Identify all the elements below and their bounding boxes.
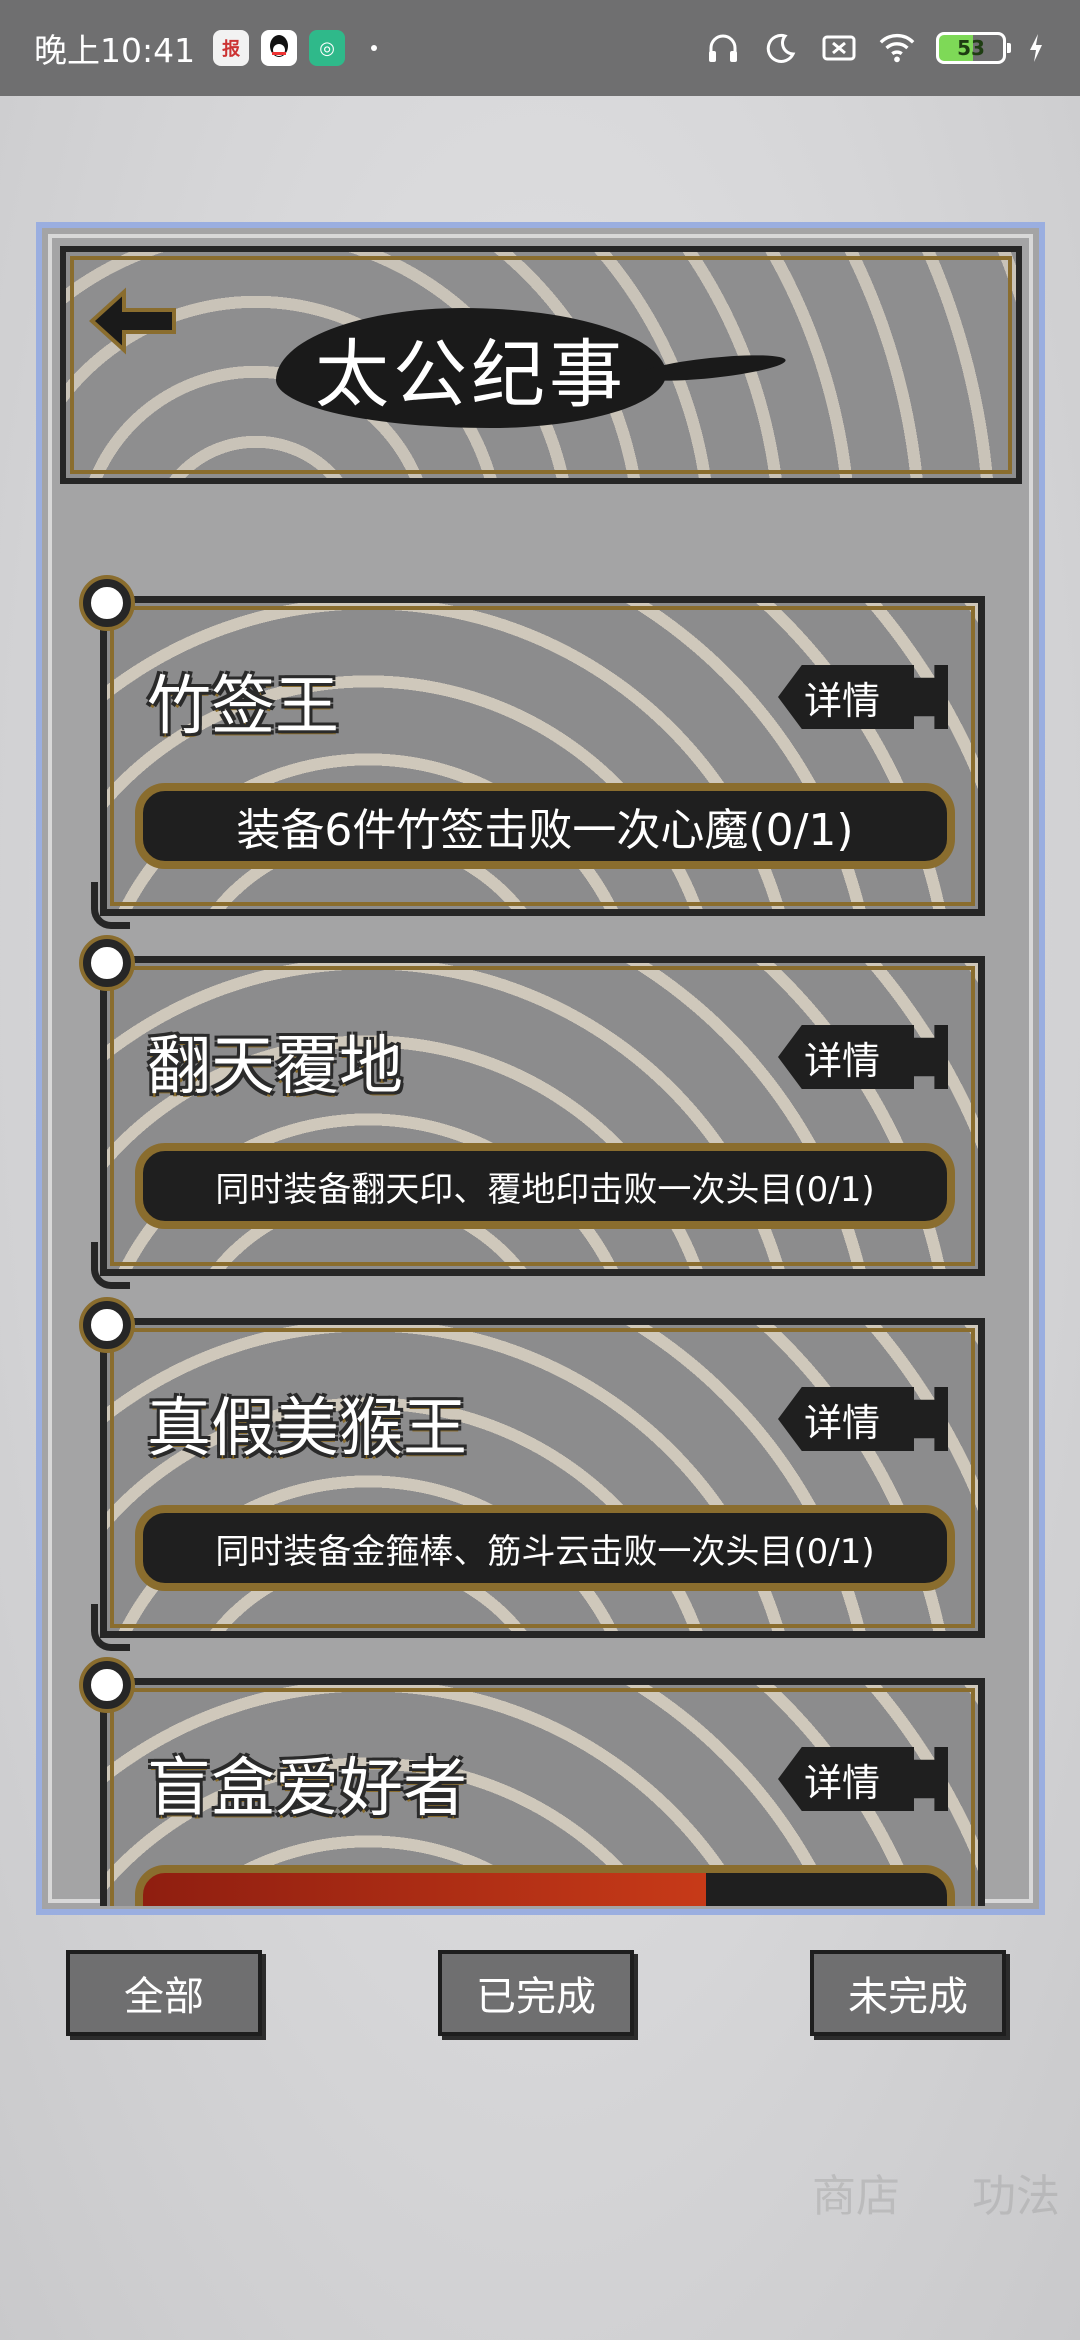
shop-background-label: 商店 [812, 2171, 900, 2222]
achievement-card: 真假美猴王 详情 同时装备金箍棒、筋斗云击败一次头目(0/1) [83, 1301, 985, 1651]
back-arrow-icon [89, 287, 176, 355]
achievement-description [135, 1865, 955, 1906]
notification-dot [371, 45, 378, 51]
achievement-card: 竹签王 详情 装备6件竹签击败一次心魔(0/1) [83, 579, 985, 929]
pin-icon [83, 939, 131, 987]
skills-background-label: 功法 [972, 2171, 1060, 2222]
title-ink-splash: 太公纪事 [276, 308, 666, 428]
detail-button-label: 详情 [804, 1038, 881, 1083]
back-button[interactable] [84, 286, 184, 356]
tab-completed[interactable]: 已完成 [438, 1950, 634, 2036]
status-app-icons: 报 ◎ [213, 30, 378, 66]
achievements-panel: 太公纪事 竹签王 详情 装备6件竹签击败一次心魔(0/1) 翻天覆地 详情 同时… [36, 222, 1045, 1915]
achievement-title: 真假美猴王 [147, 1392, 467, 1466]
achievement-card: 盲盒爱好者 详情 [83, 1661, 985, 1906]
panel-header: 太公纪事 [60, 246, 1022, 484]
battery-indicator: 53 [936, 32, 1011, 64]
wifi-icon [878, 29, 916, 67]
detail-button[interactable]: 详情 [778, 1387, 948, 1451]
achievement-title: 竹签王 [147, 670, 339, 744]
pin-icon [83, 579, 131, 627]
pin-icon [83, 1301, 131, 1349]
achievement-description: 同时装备翻天印、覆地印击败一次头目(0/1) [135, 1143, 955, 1229]
battery-level: 53 [957, 36, 985, 60]
tab-all[interactable]: 全部 [66, 1950, 262, 2036]
page-title: 太公纪事 [315, 331, 627, 418]
charging-icon [1026, 29, 1046, 67]
headphones-icon [704, 29, 742, 67]
achievement-description: 同时装备金箍棒、筋斗云击败一次头目(0/1) [135, 1505, 955, 1591]
achievement-description: 装备6件竹签击败一次心魔(0/1) [135, 783, 955, 869]
qq-icon [261, 30, 298, 66]
detail-button[interactable]: 详情 [778, 1025, 948, 1089]
pin-icon [83, 1661, 131, 1709]
news-app-icon: 报 [213, 30, 250, 66]
status-bar: 晚上10:41 报 ◎ 53 [0, 0, 1080, 96]
sim-off-icon [820, 29, 858, 67]
green-app-icon: ◎ [309, 30, 346, 66]
tab-incomplete[interactable]: 未完成 [810, 1950, 1006, 2036]
achievement-title: 翻天覆地 [147, 1030, 403, 1104]
detail-button[interactable]: 详情 [778, 1747, 948, 1811]
status-time: 晚上10:41 [34, 31, 196, 70]
achievement-card: 翻天覆地 详情 同时装备翻天印、覆地印击败一次头目(0/1) [83, 939, 985, 1289]
achievement-list[interactable]: 竹签王 详情 装备6件竹签击败一次心魔(0/1) 翻天覆地 详情 同时装备翻天印… [42, 518, 1039, 1906]
detail-button-label: 详情 [804, 1760, 881, 1805]
achievement-title: 盲盒爱好者 [147, 1752, 467, 1826]
moon-icon [762, 29, 800, 67]
detail-button[interactable]: 详情 [778, 665, 948, 729]
detail-button-label: 详情 [804, 678, 881, 723]
detail-button-label: 详情 [804, 1400, 881, 1445]
